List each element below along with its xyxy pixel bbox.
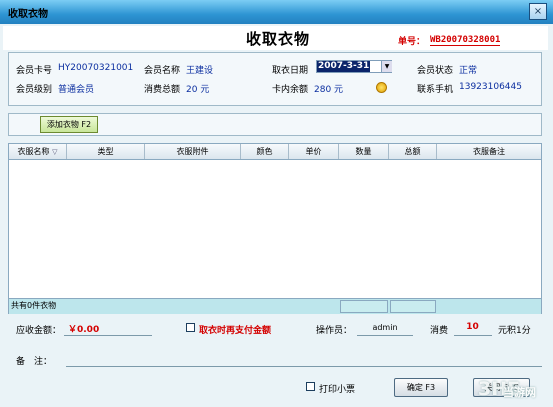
watermark-text: 当游网 (503, 386, 536, 399)
operator-label: 操作员： (316, 326, 353, 336)
item-count: 共有0件衣物 (11, 301, 57, 310)
page-title: 收取衣物 (246, 30, 311, 48)
pay-on-pickup-label[interactable]: 取衣时再支付金额 (199, 323, 271, 336)
card-label: 会员卡号 (16, 66, 53, 76)
operator-underline (357, 335, 413, 336)
chevron-down-icon[interactable]: ▼ (381, 61, 392, 72)
table-footer (9, 298, 541, 314)
coin-icon[interactable] (376, 82, 387, 93)
pickup-date-value[interactable]: 2007-3-31 (317, 61, 371, 72)
column-header-amount[interactable]: 总额 (389, 144, 437, 159)
total-label: 消费总额 (144, 85, 181, 95)
column-header-name[interactable]: 衣服名称 ▽ (9, 144, 67, 159)
points-unit: 元积1分 (498, 326, 531, 336)
print-receipt-label[interactable]: 打印小票 (319, 382, 355, 395)
phone-value: 13923106445 (459, 82, 522, 92)
member-info-panel (8, 52, 542, 106)
date-label: 取衣日期 (272, 66, 309, 76)
name-label: 会员名称 (144, 66, 181, 76)
close-button[interactable]: × (529, 3, 547, 20)
footer-amount-cell (390, 300, 436, 313)
pay-on-pickup-checkbox[interactable] (186, 323, 195, 332)
footer-quantity-cell (340, 300, 388, 313)
order-no-label: 单号： (398, 37, 426, 47)
remark-label: 备 注： (16, 357, 53, 367)
receivable-amount: ￥0.00 (68, 325, 100, 335)
points-value[interactable]: 10 (455, 322, 490, 332)
column-header-quantity[interactable]: 数量 (339, 144, 389, 159)
column-header-color[interactable]: 颜色 (241, 144, 289, 159)
title-bar (0, 0, 553, 24)
receivable-label: 应收金额： (16, 326, 62, 336)
name-value: 王建设 (186, 66, 214, 76)
balance-value: 280 元 (314, 85, 344, 95)
column-header-accessories[interactable]: 衣服附件 (145, 144, 241, 159)
operator-value: admin (372, 323, 398, 332)
level-label: 会员级别 (16, 85, 53, 95)
points-underline (454, 335, 492, 336)
add-clothes-button[interactable]: 添加衣物 F2 (40, 116, 98, 133)
level-value: 普通会员 (58, 85, 95, 95)
column-header-price[interactable]: 单价 (289, 144, 339, 159)
ok-button[interactable]: 确定 F3 (394, 378, 448, 397)
window-title: 收取衣物 (8, 9, 48, 20)
total-value: 20 元 (186, 85, 210, 95)
table-header: 衣服名称 ▽ 类型 衣服附件 颜色 单价 数量 总额 衣服备注 (9, 144, 541, 160)
remark-input[interactable] (70, 354, 540, 366)
sort-icon: ▽ (52, 148, 58, 156)
status-label: 会员状态 (417, 66, 454, 76)
column-header-remark[interactable]: 衣服备注 (437, 144, 541, 159)
balance-label: 卡内余额 (272, 85, 309, 95)
order-no: WB20070328001 (430, 35, 501, 46)
print-receipt-checkbox[interactable] (306, 382, 315, 391)
consume-label: 消费 (430, 326, 449, 336)
status-value: 正常 (459, 66, 478, 76)
clothes-table[interactable] (8, 143, 542, 314)
phone-label: 联系手机 (417, 85, 454, 95)
column-header-type[interactable]: 类型 (67, 144, 145, 159)
receivable-underline (64, 335, 152, 336)
remark-underline (66, 366, 542, 367)
card-value: HY20070321001 (58, 63, 134, 73)
